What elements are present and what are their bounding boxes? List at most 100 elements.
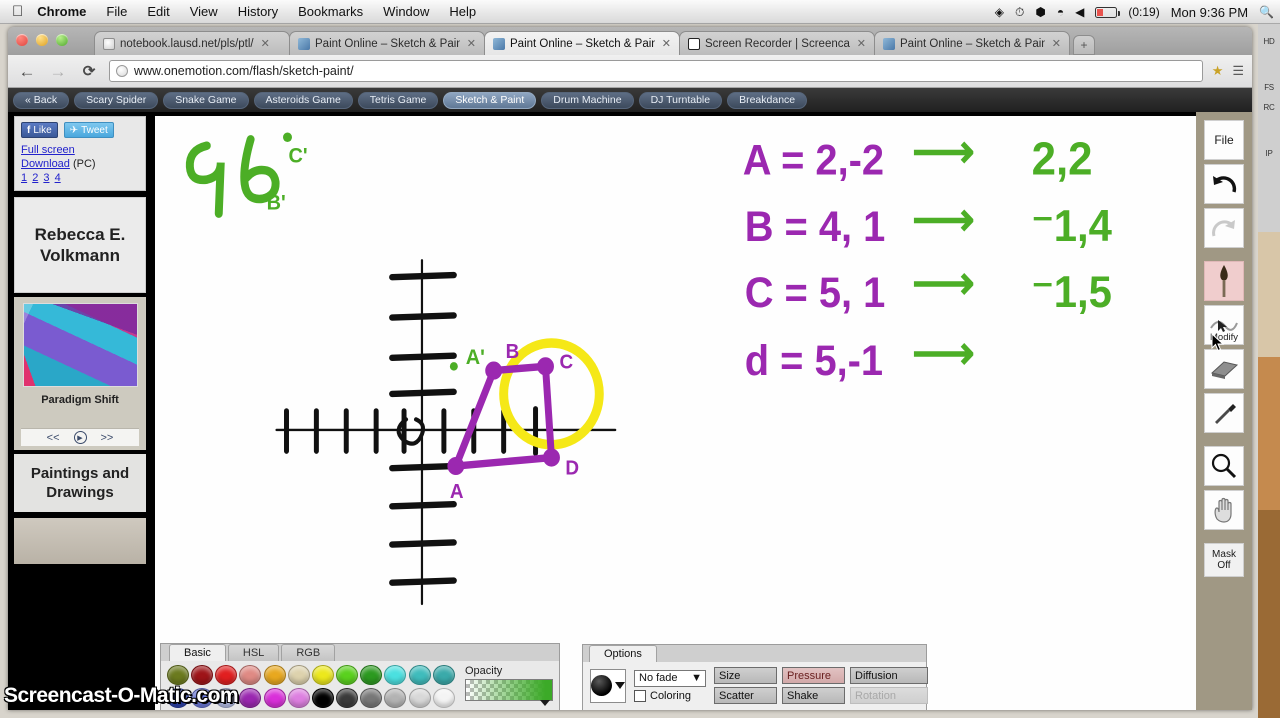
color-swatch[interactable] bbox=[408, 665, 431, 685]
browser-tab-5[interactable]: Paint Online – Sketch & Paint ✕ bbox=[874, 31, 1070, 55]
color-swatch[interactable] bbox=[167, 665, 189, 685]
palette-tab-rgb[interactable]: RGB bbox=[281, 644, 336, 661]
site-nav-drum-machine[interactable]: Drum Machine bbox=[541, 91, 634, 109]
menubar-clock[interactable]: Mon 9:36 PM bbox=[1171, 5, 1248, 20]
spotlight-search-icon[interactable]: 🔍 bbox=[1259, 5, 1274, 19]
color-swatch[interactable] bbox=[432, 688, 455, 708]
shake-button[interactable]: Shake bbox=[782, 687, 845, 704]
color-swatch[interactable] bbox=[287, 665, 310, 685]
wifi-icon[interactable]: ◓ bbox=[1057, 5, 1064, 19]
color-swatch[interactable] bbox=[239, 665, 262, 685]
options-tab[interactable]: Options bbox=[589, 645, 657, 662]
apple-logo-icon[interactable]:  bbox=[12, 4, 23, 19]
chrome-menu-icon[interactable]: ☰ bbox=[1232, 63, 1244, 79]
forward-button[interactable]: → bbox=[47, 63, 69, 80]
opacity-slider[interactable] bbox=[465, 679, 553, 706]
bookmark-star-icon[interactable]: ★ bbox=[1212, 63, 1224, 79]
reload-button[interactable]: ⟳ bbox=[78, 64, 100, 79]
site-nav-asteroids-game[interactable]: Asteroids Game bbox=[253, 91, 353, 109]
browser-tab-4[interactable]: Screen Recorder | Screencast ✕ bbox=[679, 31, 875, 55]
file-tool[interactable]: File bbox=[1204, 120, 1244, 160]
fullscreen-link[interactable]: Full screen bbox=[21, 144, 75, 156]
browser-tab-2[interactable]: Paint Online – Sketch & Paint ✕ bbox=[289, 31, 485, 55]
site-nav-sketch-and-paint[interactable]: Sketch & Paint bbox=[443, 91, 537, 109]
diffusion-button[interactable]: Diffusion bbox=[850, 667, 928, 684]
hand-tool[interactable] bbox=[1204, 490, 1244, 530]
page-link-3[interactable]: 3 bbox=[43, 172, 49, 184]
palette-tab-hsl[interactable]: HSL bbox=[227, 644, 280, 661]
redo-tool[interactable] bbox=[1204, 208, 1244, 248]
brush-tool[interactable] bbox=[1204, 261, 1244, 301]
menu-item-file[interactable]: File bbox=[106, 4, 127, 19]
artwork-play-icon[interactable]: ▶ bbox=[73, 431, 87, 444]
site-nav-back[interactable]: « Back bbox=[13, 91, 70, 109]
page-link-4[interactable]: 4 bbox=[55, 172, 61, 184]
color-swatch[interactable] bbox=[408, 688, 431, 708]
color-swatch[interactable] bbox=[336, 665, 359, 685]
new-tab-button[interactable]: + bbox=[1073, 35, 1095, 55]
minimize-window-button[interactable] bbox=[36, 34, 48, 46]
color-swatch[interactable] bbox=[360, 665, 383, 685]
browser-tab-1[interactable]: notebook.lausd.net/pls/ptl/ ✕ bbox=[94, 31, 290, 55]
time-machine-icon[interactable]: ⏱ bbox=[1015, 5, 1024, 20]
scatter-button[interactable]: Scatter bbox=[714, 687, 777, 704]
bluetooth-icon[interactable]: ⬢ bbox=[1035, 5, 1045, 19]
artwork-prev-button[interactable]: << bbox=[47, 432, 60, 444]
menu-item-view[interactable]: View bbox=[190, 4, 218, 19]
eraser-tool[interactable] bbox=[1204, 349, 1244, 389]
coloring-checkbox-row[interactable]: Coloring bbox=[634, 689, 706, 702]
close-tab-icon[interactable]: ✕ bbox=[261, 37, 270, 50]
page-link-2[interactable]: 2 bbox=[32, 172, 38, 184]
color-swatch[interactable] bbox=[311, 688, 334, 708]
menu-item-edit[interactable]: Edit bbox=[147, 4, 169, 19]
menu-item-chrome[interactable]: Chrome bbox=[37, 4, 86, 19]
color-swatch[interactable] bbox=[191, 665, 214, 685]
menu-item-window[interactable]: Window bbox=[383, 4, 429, 19]
color-swatch[interactable] bbox=[287, 688, 310, 708]
brush-preview-dropdown[interactable] bbox=[590, 668, 626, 703]
site-nav-snake-game[interactable]: Snake Game bbox=[163, 91, 249, 109]
menu-item-bookmarks[interactable]: Bookmarks bbox=[298, 4, 363, 19]
eyedropper-tool[interactable] bbox=[1204, 393, 1244, 433]
color-swatch[interactable] bbox=[384, 688, 407, 708]
color-swatch[interactable] bbox=[384, 665, 407, 685]
artwork-thumbnail[interactable] bbox=[22, 303, 138, 387]
volume-icon[interactable]: ◀ bbox=[1075, 5, 1084, 19]
menu-item-help[interactable]: Help bbox=[449, 4, 476, 19]
size-button[interactable]: Size bbox=[714, 667, 777, 684]
site-nav-tetris-game[interactable]: Tetris Game bbox=[357, 91, 439, 109]
site-nav-breakdance[interactable]: Breakdance bbox=[727, 91, 808, 109]
rotation-button[interactable]: Rotation bbox=[850, 687, 928, 704]
mask-tool[interactable]: Mask Off bbox=[1204, 543, 1244, 577]
close-tab-icon[interactable]: ✕ bbox=[1052, 37, 1061, 50]
close-tab-icon[interactable]: ✕ bbox=[467, 37, 476, 50]
color-swatch[interactable] bbox=[336, 688, 359, 708]
page-link-1[interactable]: 1 bbox=[21, 172, 27, 184]
twitter-tweet-button[interactable]: ✈ Tweet bbox=[63, 122, 114, 138]
color-swatch[interactable] bbox=[311, 665, 334, 685]
menu-item-history[interactable]: History bbox=[238, 4, 278, 19]
undo-tool[interactable] bbox=[1204, 164, 1244, 204]
back-button[interactable]: ← bbox=[16, 63, 38, 80]
zoom-tool[interactable] bbox=[1204, 446, 1244, 486]
battery-icon[interactable] bbox=[1095, 6, 1121, 18]
close-tab-icon[interactable]: ✕ bbox=[662, 37, 671, 50]
artwork-next-button[interactable]: >> bbox=[101, 432, 114, 444]
browser-tab-3-active[interactable]: Paint Online – Sketch & Paint ✕ bbox=[484, 31, 680, 55]
color-swatch[interactable] bbox=[239, 688, 262, 708]
zoom-window-button[interactable] bbox=[56, 34, 68, 46]
close-tab-icon[interactable]: ✕ bbox=[857, 37, 866, 50]
dropbox-icon[interactable]: ◈ bbox=[995, 5, 1004, 19]
drawing-canvas[interactable]: A B C D B' C' A' A = 2,-2 ⟶ 2,2 B = 4, 1… bbox=[155, 116, 1196, 710]
address-bar[interactable]: www.onemotion.com/flash/sketch-paint/ bbox=[109, 60, 1203, 82]
chevron-down-icon[interactable] bbox=[615, 682, 625, 689]
site-nav-scary-spider[interactable]: Scary Spider bbox=[74, 91, 159, 109]
download-link[interactable]: Download bbox=[21, 158, 70, 170]
color-swatch[interactable] bbox=[215, 665, 238, 685]
color-swatch[interactable] bbox=[360, 688, 383, 708]
pressure-button[interactable]: Pressure bbox=[782, 667, 845, 684]
facebook-like-button[interactable]: f Like bbox=[21, 122, 58, 138]
color-swatch[interactable] bbox=[263, 688, 286, 708]
color-swatch[interactable] bbox=[263, 665, 286, 685]
site-nav-dj-turntable[interactable]: DJ Turntable bbox=[638, 91, 723, 109]
